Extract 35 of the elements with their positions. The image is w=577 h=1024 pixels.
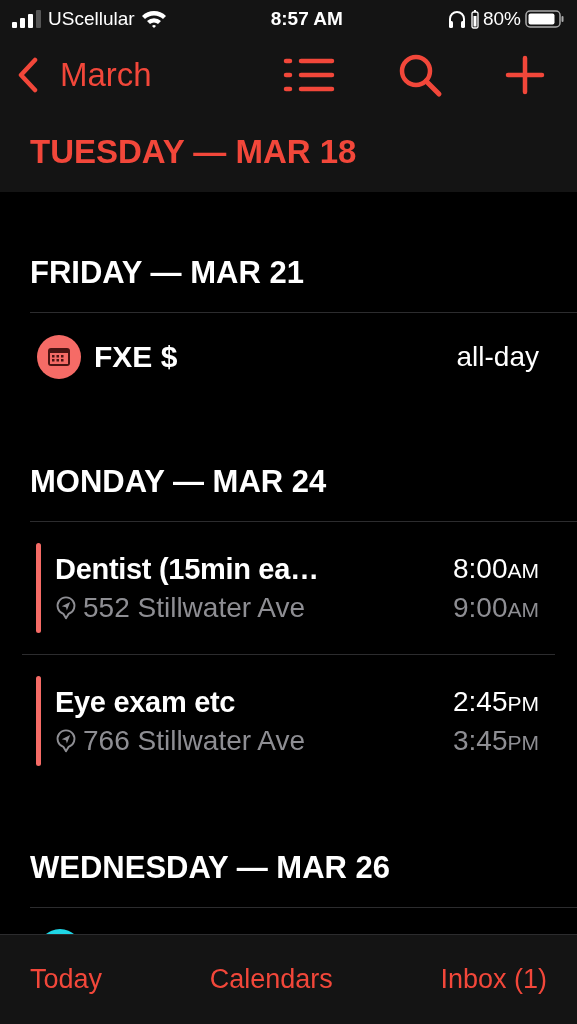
event-title: Dentist (15min ea… <box>55 552 320 586</box>
signal-icon <box>12 10 42 28</box>
day-heading: FRIDAY — MAR 21 <box>30 192 577 313</box>
tab-button[interactable]: Today <box>30 964 103 995</box>
headphones-icon <box>446 9 467 29</box>
carrier-name: UScellular <box>48 8 135 30</box>
battery-small-icon <box>470 9 479 29</box>
event-title: FXE $ <box>94 340 179 374</box>
event-location: 766 Stillwater Ave <box>83 724 306 757</box>
event-title: Eye exam etc <box>55 685 237 719</box>
chevron-left-icon <box>18 57 38 93</box>
plus-icon <box>505 55 545 95</box>
search-icon <box>397 52 443 98</box>
event-location: 552 Stillwater Ave <box>83 591 306 624</box>
tab-button[interactable]: Inbox (1) <box>440 964 547 995</box>
battery-icon <box>525 9 565 29</box>
add-button[interactable] <box>505 55 545 95</box>
all-day-label: all-day <box>456 341 539 373</box>
location-icon <box>55 727 77 754</box>
location-icon <box>55 594 77 621</box>
start-time: 2:45PM <box>453 686 539 718</box>
end-time: 9:00AM <box>453 591 539 624</box>
list-icon <box>283 57 335 93</box>
status-time: 8:57 AM <box>270 8 343 30</box>
battery-percent: 80% <box>482 8 521 30</box>
day-heading: MONDAY — MAR 24 <box>30 401 577 522</box>
tab-button[interactable]: Calendars <box>209 964 333 995</box>
end-time: 3:45PM <box>453 724 539 757</box>
back-button[interactable]: March <box>18 56 152 94</box>
search-button[interactable] <box>397 52 443 98</box>
wifi-icon <box>140 9 167 29</box>
day-heading: WEDNESDAY — MAR 26 <box>30 787 577 908</box>
start-time: 8:00AM <box>453 553 539 585</box>
current-day-heading: TUESDAY — MAR 18 <box>30 133 357 171</box>
list-view-button[interactable] <box>283 57 335 93</box>
